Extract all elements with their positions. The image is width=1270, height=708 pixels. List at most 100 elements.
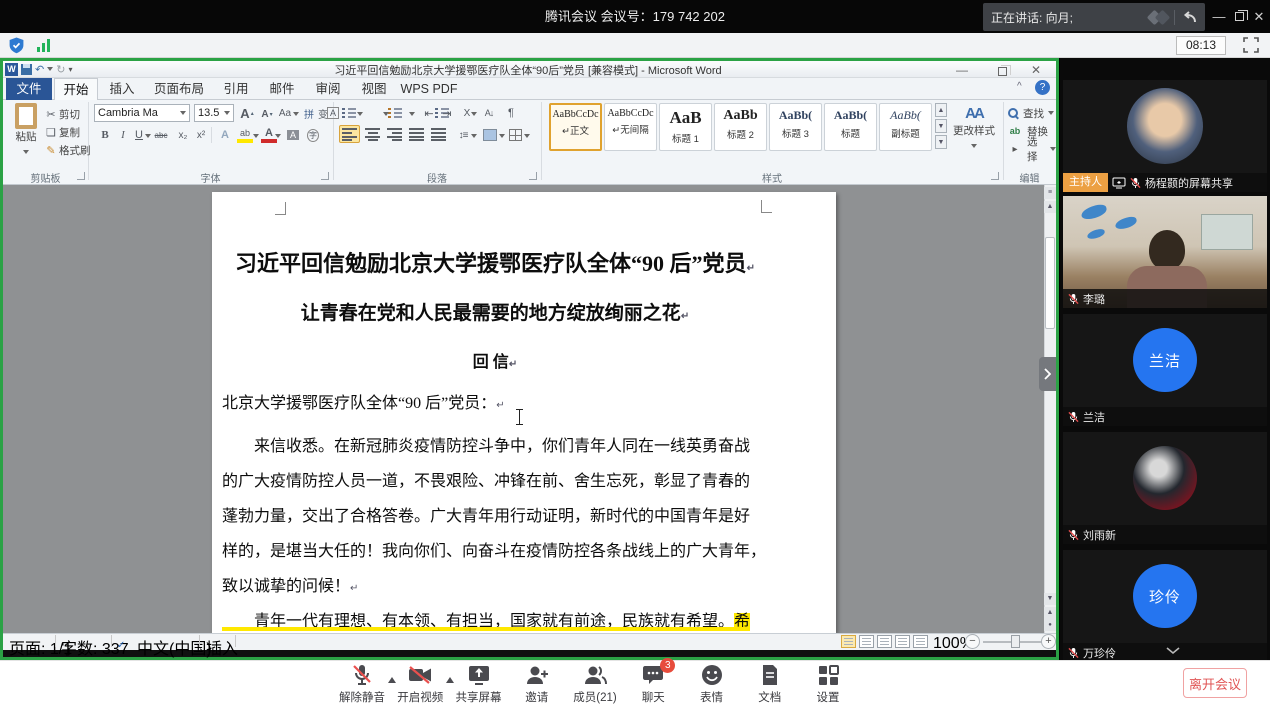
borders-button[interactable] — [509, 129, 522, 141]
align-right-button[interactable] — [387, 127, 402, 141]
tab-mailings[interactable]: 邮件 — [260, 78, 304, 100]
text-effects-button[interactable] — [217, 127, 233, 143]
undo-icon[interactable]: ↶ — [35, 63, 44, 76]
qat-customize-icon[interactable]: ▾ — [68, 65, 72, 74]
security-shield-icon[interactable] — [8, 37, 25, 54]
view-draft-button[interactable] — [913, 635, 928, 648]
word-close-button[interactable]: ✕ — [1025, 63, 1047, 77]
highlight-caret-icon[interactable] — [253, 134, 259, 141]
shading-caret-icon[interactable] — [499, 134, 505, 141]
styles-scroll-up-button[interactable]: ▲ — [935, 103, 947, 117]
status-insert-mode[interactable]: 插入 — [206, 635, 238, 659]
unmute-button[interactable]: 解除静音 — [334, 663, 390, 705]
members-button[interactable]: 成员(21) — [567, 663, 623, 705]
scroll-down-arrow[interactable]: ▼ — [1044, 593, 1056, 605]
zoom-in-button[interactable]: + — [1041, 634, 1056, 649]
zoom-out-button[interactable]: − — [965, 634, 980, 649]
scroll-up-arrow[interactable]: ▲ — [1044, 201, 1056, 213]
styles-scroll-down-button[interactable]: ▼ — [935, 119, 947, 133]
increase-indent-button[interactable] — [439, 105, 455, 121]
superscript-button[interactable] — [193, 127, 209, 143]
settings-button[interactable]: 设置 — [800, 663, 856, 705]
style-title[interactable]: AaBb(标题 — [824, 103, 877, 151]
shading-button[interactable] — [483, 129, 497, 141]
line-spacing-button[interactable] — [455, 127, 471, 143]
participant-tile[interactable]: 刘雨新 — [1063, 432, 1267, 544]
change-case-caret-icon[interactable] — [293, 112, 299, 119]
find-button[interactable]: 查找 — [1007, 105, 1054, 121]
paste-button[interactable]: 粘贴 — [11, 103, 41, 162]
styles-more-button[interactable]: ▼ — [935, 135, 947, 149]
view-outline-button[interactable] — [895, 635, 910, 648]
view-web-layout-button[interactable] — [877, 635, 892, 648]
underline-caret-icon[interactable] — [145, 134, 151, 141]
distribute-button[interactable] — [431, 127, 446, 141]
copy-button[interactable]: ❏复制 — [43, 123, 80, 141]
paragraph-dialog-launcher[interactable] — [529, 172, 537, 180]
tab-home[interactable]: 开始 — [54, 78, 98, 100]
character-border-button[interactable] — [327, 105, 339, 121]
view-print-layout-button[interactable] — [841, 635, 856, 648]
ruler-toggle-button[interactable]: ≡ — [1044, 187, 1056, 199]
style-heading2[interactable]: AaBb标题 2 — [714, 103, 767, 151]
view-fullscreen-reading-button[interactable] — [859, 635, 874, 648]
share-screen-button[interactable]: 共享屏幕 — [451, 663, 507, 705]
show-marks-button[interactable] — [503, 105, 519, 121]
style-subtitle[interactable]: AaBb(副标题 — [879, 103, 932, 151]
word-app-icon[interactable]: W — [5, 63, 18, 76]
tab-wps-pdf[interactable]: WPS PDF — [398, 78, 460, 100]
font-name-combo[interactable]: Cambria Ma — [94, 104, 190, 122]
multilevel-caret-icon[interactable] — [409, 112, 415, 119]
font-color-caret-icon[interactable] — [275, 134, 281, 141]
invite-button[interactable]: 邀请 — [509, 663, 565, 705]
tab-page-layout[interactable]: 页面布局 — [146, 78, 212, 100]
word-minimize-button[interactable]: — — [951, 63, 973, 77]
bullets-button[interactable] — [341, 107, 357, 119]
style-normal[interactable]: AaBbCcDc↵正文 — [549, 103, 602, 151]
participant-tile-video[interactable]: 李璐 — [1063, 196, 1267, 308]
justify-button[interactable] — [409, 127, 424, 141]
borders-caret-icon[interactable] — [524, 134, 530, 141]
tab-review[interactable]: 审阅 — [306, 78, 350, 100]
highlight-color-button[interactable] — [237, 127, 253, 143]
participant-tile-host[interactable]: 主持人 杨程颢的屏幕共享 — [1063, 80, 1267, 192]
style-heading1[interactable]: AaB标题 1 — [659, 103, 712, 151]
undo-caret-icon[interactable] — [47, 67, 53, 74]
enclose-characters-button[interactable] — [305, 127, 321, 143]
select-browse-object-button[interactable]: ● — [1044, 619, 1056, 631]
save-icon[interactable] — [21, 64, 32, 75]
collapse-panel-chevron[interactable] — [1150, 644, 1196, 658]
leave-meeting-button[interactable]: 离开会议 — [1183, 668, 1247, 698]
docs-button[interactable]: 文档 — [742, 663, 798, 705]
numbering-caret-icon[interactable] — [383, 112, 389, 119]
align-left-button[interactable] — [339, 125, 360, 143]
word-restore-button[interactable] — [991, 63, 1013, 79]
styles-dialog-launcher[interactable] — [991, 172, 999, 180]
align-center-button[interactable] — [365, 127, 380, 141]
font-size-combo[interactable]: 13.5 — [194, 104, 234, 122]
select-button[interactable]: 选择 — [1007, 141, 1056, 157]
emoji-button[interactable]: 表情 — [684, 663, 740, 705]
subscript-button[interactable] — [175, 127, 191, 143]
character-shading-button[interactable] — [285, 127, 301, 143]
scrollbar-thumb[interactable] — [1045, 237, 1055, 329]
tab-references[interactable]: 引用 — [214, 78, 258, 100]
format-painter-button[interactable]: ✎格式刷 — [43, 141, 91, 159]
change-styles-button[interactable]: 更改样式 — [947, 105, 1001, 156]
spellcheck-icon[interactable] — [117, 635, 125, 653]
fullscreen-icon[interactable] — [1243, 37, 1259, 53]
decrease-indent-button[interactable] — [421, 105, 437, 121]
collapse-video-panel-handle[interactable] — [1039, 357, 1056, 391]
tab-view[interactable]: 视图 — [352, 78, 396, 100]
document-canvas[interactable]: 习近平回信勉励北京大学援鄂医疗队全体“90 后”党员↵ 让青春在党和人民最需要的… — [3, 185, 1044, 633]
participant-tile[interactable]: 兰洁 兰洁 — [1063, 314, 1267, 426]
close-button[interactable]: ✕ — [1250, 8, 1268, 26]
shrink-font-button[interactable] — [259, 106, 275, 122]
grow-font-button[interactable] — [239, 105, 255, 121]
italic-button[interactable] — [115, 127, 131, 143]
font-dialog-launcher[interactable] — [321, 172, 329, 180]
redo-icon[interactable]: ↻ — [56, 63, 65, 76]
numbering-button[interactable] — [387, 107, 403, 119]
change-case-button[interactable] — [277, 105, 293, 121]
network-signal-icon[interactable] — [36, 38, 52, 53]
